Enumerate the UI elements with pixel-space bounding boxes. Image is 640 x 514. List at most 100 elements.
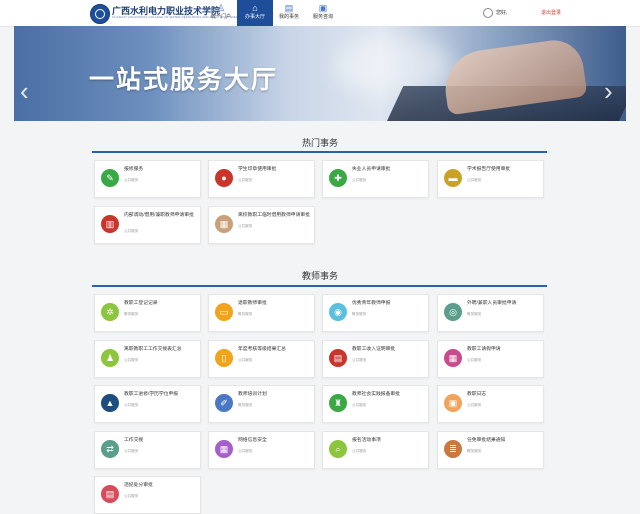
doc-list-icon: ≣ (444, 439, 462, 458)
service-card-title: 退职教师审批 (238, 301, 267, 306)
service-card[interactable]: ≣ 任免审批结果通知 教务服务 (437, 430, 544, 469)
nav-consult[interactable]: ▣ 服务咨询 (305, 0, 341, 26)
carousel-prev-icon[interactable]: ‹ (20, 78, 29, 104)
nav-service-hall-label: 办事大厅 (244, 14, 265, 20)
id-card-icon: ▯ (215, 348, 233, 367)
service-card-title: 年度考核等级结果汇总 (238, 346, 286, 352)
exchange-icon: ⇄ (101, 439, 119, 458)
service-card-title: 教职工登记记录 (124, 301, 158, 306)
stamp-icon: ● (215, 169, 233, 187)
service-card[interactable]: ♜ 教师社会实践报备审批 公共服务 (322, 385, 429, 423)
service-card-title: 网络信息安全 (238, 437, 267, 443)
service-card-category: 公共服务 (352, 448, 367, 453)
service-card[interactable]: ✎ 报修服务 公共服务 (94, 160, 201, 198)
school-logo-icon[interactable] (90, 4, 110, 24)
team-icon: ♟ (101, 348, 119, 367)
service-card-category: 公共服务 (352, 403, 367, 407)
service-card[interactable]: ▣ 教职日志公共服务 (437, 385, 544, 423)
train-icon: ▥ (101, 215, 119, 233)
service-card-category: 公共服务 (124, 229, 139, 233)
service-card-category: 教务服务 (467, 448, 482, 453)
service-card[interactable]: ◉ 优秀青年教师申报 教务服务 (322, 294, 429, 332)
service-card[interactable]: ✲ 教职工登记记录 教务服务 (94, 294, 201, 332)
people-icon: ◉ (329, 303, 347, 321)
folder-icon: ▭ (215, 303, 233, 321)
service-card[interactable]: ▭ 退职教师审批 教务服务 (208, 294, 315, 332)
nav-portal[interactable]: ♙ 统一门户 (203, 0, 239, 26)
service-card-title: 教职工收入证明审批 (352, 346, 396, 352)
plus-icon: ✚ (329, 169, 347, 187)
service-card[interactable]: ◎ 外聘/兼职人员审批申请 教务服务 (437, 294, 544, 332)
service-card-title: 学生印章使用审批 (238, 167, 277, 172)
service-card-category: 公共服务 (124, 403, 139, 407)
service-card-category: 教务服务 (124, 312, 139, 316)
person-icon: ♙ (216, 3, 226, 13)
carousel-next-icon[interactable]: › (604, 78, 613, 104)
service-card[interactable]: ▬ 学术报告厅使用审批 公共服务 (437, 160, 544, 198)
service-card-category: 公共服务 (467, 357, 482, 362)
service-card[interactable]: ♟ 离职教职工工作交接表汇总 公共服务 (94, 339, 201, 378)
podium-icon: ▬ (444, 169, 462, 187)
hot-section-divider (92, 151, 547, 153)
nav-portal-label: 统一门户 (210, 14, 231, 20)
teacher-section-divider (92, 285, 547, 287)
magnifier-icon: ⌕ (329, 439, 347, 458)
home-icon: ⌂ (252, 3, 258, 13)
document-icon: ▤ (284, 3, 294, 13)
clipboard-icon: ✐ (215, 394, 233, 412)
nav-my-affairs[interactable]: ▤ 我的事务 (271, 0, 307, 26)
nav-service-hall[interactable]: ⌂ 办事大厅 (237, 0, 273, 26)
service-card-title: 教职工进修/学历学位申报 (124, 392, 179, 397)
service-card-category: 公共服务 (124, 448, 139, 453)
service-card[interactable]: ▥ 内部调动/借用/兼职教师申请审批 公共服务 (94, 206, 201, 244)
banner-carousel[interactable]: 一站式服务大厅 ‹ › (14, 26, 626, 121)
notebook-icon: ▣ (444, 394, 462, 412)
service-card[interactable]: ✐ 教师培训计划 教务服务 (208, 385, 315, 423)
service-card-title: 任免审批结果通知 (467, 437, 506, 443)
service-card-category: 公共服务 (238, 448, 253, 453)
receipt-icon: ▤ (329, 348, 347, 367)
service-card[interactable]: ▦ 教职工请假申请 公共服务 (437, 339, 544, 378)
service-card[interactable]: ⌕ 报名活动事项 公共服务 (322, 430, 429, 469)
service-card-category: 公共服务 (467, 403, 482, 407)
service-card-category: 公共服务 (352, 357, 367, 362)
bus-icon: ▦ (215, 215, 233, 233)
service-card[interactable]: ▲ 教职工进修/学历学位申报 公共服务 (94, 385, 201, 423)
chat-icon: ▣ (318, 3, 328, 13)
service-card-title: 离职教职工工作交接表汇总 (124, 346, 182, 352)
logout-link[interactable]: 退出登录 (541, 9, 561, 16)
service-card-title: 教师培训计划 (238, 392, 267, 397)
network-icon: ✲ (101, 303, 119, 321)
nav-my-affairs-label: 我的事务 (278, 14, 299, 20)
calendar-icon: ▦ (444, 348, 462, 367)
service-card-category: 教务服务 (238, 403, 253, 407)
service-card[interactable]: ▯ 年度考核等级结果汇总 公共服务 (208, 339, 315, 378)
service-card-title: 教职日志 (467, 392, 487, 397)
teacher-section-title: 教师事务 (301, 271, 338, 281)
service-card[interactable]: ▤ 违纪处分审批 公共服务 (94, 476, 201, 514)
service-card-category: 公共服务 (124, 178, 139, 182)
service-card-category: 公共服务 (124, 357, 139, 362)
banner-title: 一站式服务大厅 (89, 66, 279, 94)
service-card-title: 外聘/兼职人员审批申请 (467, 301, 517, 306)
service-card-category: 公共服务 (238, 224, 253, 228)
service-card-category: 公共服务 (124, 494, 139, 498)
service-card-category: 公共服务 (238, 357, 253, 362)
building-icon: ♜ (329, 394, 347, 412)
service-card-category: 教务服务 (467, 312, 482, 316)
service-card[interactable]: ▦ 离校教职工临时借用教师申请审批 公共服务 (208, 206, 315, 244)
nav-consult-label: 服务咨询 (312, 14, 333, 20)
user-avatar-icon[interactable] (483, 8, 493, 18)
service-card[interactable]: ▤ 教职工收入证明审批 公共服务 (322, 339, 429, 378)
service-card-category: 公共服务 (467, 178, 482, 182)
service-card-title: 报修服务 (124, 167, 144, 172)
service-card[interactable]: ● 学生印章使用审批 公共服务 (208, 160, 315, 198)
grid-icon: ▦ (215, 439, 233, 458)
service-card-title: 违纪处分审批 (124, 483, 153, 488)
service-card[interactable]: ⇄ 工作交接 公共服务 (94, 430, 201, 469)
service-card[interactable]: ✚ 失业人员申请审批 公共服务 (322, 160, 429, 198)
service-card[interactable]: ▦ 网络信息安全 公共服务 (208, 430, 315, 469)
service-card-title: 报名活动事项 (352, 437, 381, 443)
service-card-title: 学术报告厅使用审批 (467, 167, 511, 172)
service-card-title: 离校教职工临时借用教师申请审批 (238, 213, 310, 218)
